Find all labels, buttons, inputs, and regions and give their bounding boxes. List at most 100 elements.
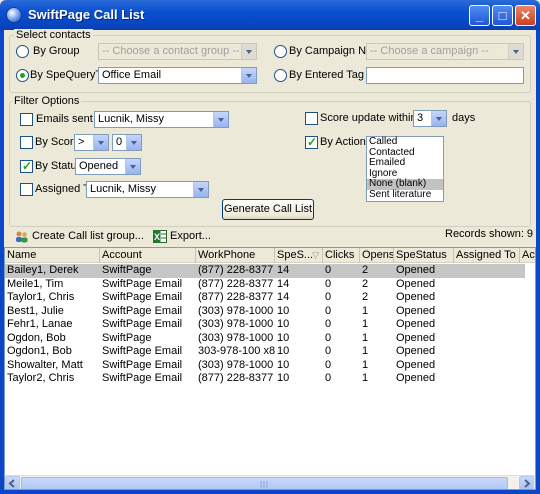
entered-tag-input[interactable]: [366, 67, 524, 84]
action-list-item[interactable]: Sent literature: [367, 189, 443, 201]
column-header[interactable]: SpeS... ▽: [275, 248, 323, 263]
table-row[interactable]: Showalter, Matt SwiftPage Email (303) 978-…: [5, 359, 525, 373]
action-listbox[interactable]: Called Contacted Emailed Ignore None (blank)…: [366, 136, 444, 202]
table-cell: SwiftPage Email: [102, 304, 183, 317]
chevron-down-icon: [193, 182, 208, 197]
table-cell: Opened: [396, 358, 436, 371]
table-cell: [454, 318, 520, 332]
by-score-checkbox[interactable]: [20, 136, 33, 149]
table-row[interactable]: Ogdon, Bob SwiftPage (303) 978-1000 10 0 1 Ope…: [5, 332, 525, 346]
table-cell: 0: [325, 277, 332, 290]
table-cell: 0: [325, 291, 332, 303]
column-header-label: Account: [102, 249, 142, 261]
score-update-unit: days: [452, 112, 476, 124]
close-button[interactable]: ✕: [515, 5, 536, 26]
column-header[interactable]: Opens: [360, 248, 394, 263]
spequerytag-select[interactable]: Office Email: [98, 67, 257, 84]
table-cell: SwiftPage Email: [102, 318, 183, 330]
column-header[interactable]: Account: [100, 248, 196, 263]
action-list-item[interactable]: None (blank): [367, 178, 443, 190]
table-cell: 303-978-100 x805: [198, 345, 275, 357]
table-cell: [520, 359, 535, 373]
table-row[interactable]: Taylor2, Chris SwiftPage Email (877) 228-8…: [5, 372, 525, 386]
table-cell: [454, 278, 520, 292]
table-row[interactable]: Meile1, Tim SwiftPage Email (877) 228-8377…: [5, 278, 525, 292]
minimize-button[interactable]: _: [469, 5, 490, 26]
action-list-item[interactable]: Called: [367, 136, 443, 148]
horizontal-scrollbar[interactable]: [5, 475, 535, 489]
create-call-list-group-button[interactable]: Create Call list group...: [15, 229, 144, 245]
table-cell: 1: [362, 318, 369, 330]
close-icon: ✕: [520, 8, 531, 23]
action-list-item[interactable]: Emailed: [367, 157, 443, 169]
table-cell: [520, 345, 535, 359]
table-cell: 10: [277, 358, 290, 371]
title-bar[interactable]: SwiftPage Call List _ □ ✕: [0, 0, 540, 30]
column-header[interactable]: Clicks: [323, 248, 360, 263]
table-row[interactable]: Ogdon1, Bob SwiftPage Email 303-978-100 x8…: [5, 345, 525, 359]
score-update-days-select[interactable]: 3: [413, 110, 447, 127]
scroll-right-button[interactable]: [519, 476, 534, 489]
column-header-label: SpeS...: [277, 249, 314, 261]
table-cell: (303) 978-1000: [198, 304, 274, 317]
call-list-table[interactable]: Name Account WorkPhone SpeS... ▽ Clicks Opens S…: [4, 247, 536, 490]
maximize-button[interactable]: □: [492, 5, 513, 26]
table-row[interactable]: Fehr1, Lanae SwiftPage Email (303) 978-100…: [5, 318, 525, 332]
table-cell: [454, 332, 520, 346]
assigned-to-select[interactable]: Lucnik, Missy: [86, 181, 209, 198]
window-frame-right: [536, 30, 540, 494]
emails-sent-by-checkbox[interactable]: [20, 113, 33, 126]
column-header[interactable]: Ac: [520, 248, 535, 263]
table-cell: 1: [362, 372, 369, 384]
table-row[interactable]: Bailey1, Derek SwiftPage (877) 228-8377 14 0…: [5, 264, 525, 278]
table-cell: 14: [277, 277, 290, 290]
table-cell: [520, 264, 535, 278]
campaign-select[interactable]: -- Choose a campaign --: [366, 43, 524, 60]
campaign-value: -- Choose a campaign --: [370, 45, 489, 57]
column-header-label: SpeStatus: [396, 249, 447, 261]
column-header[interactable]: WorkPhone: [196, 248, 275, 263]
scroll-left-button[interactable]: [5, 476, 20, 489]
table-row[interactable]: Taylor1, Chris SwiftPage Email (877) 228-8…: [5, 291, 525, 305]
column-header[interactable]: SpeStatus: [394, 248, 454, 263]
by-group-radio[interactable]: [16, 45, 29, 58]
table-cell: [520, 278, 535, 292]
table-cell: (877) 228-8377: [198, 264, 274, 276]
assigned-to-checkbox[interactable]: [20, 183, 33, 196]
status-select[interactable]: Opened: [75, 158, 141, 175]
column-header[interactable]: Assigned To: [454, 248, 520, 263]
table-cell: [454, 305, 520, 319]
by-spequerytag-radio[interactable]: [16, 69, 29, 82]
score-value-select[interactable]: 0: [112, 134, 142, 151]
generate-call-list-button[interactable]: Generate Call List: [222, 199, 314, 220]
by-entered-tag-radio[interactable]: [274, 69, 287, 82]
by-action-label: By Action: [320, 136, 366, 148]
table-cell: Opened: [396, 331, 436, 344]
table-cell: Showalter, Matt: [7, 358, 83, 371]
column-header-label: Clicks: [325, 249, 355, 261]
by-score-label: By Score: [35, 136, 80, 148]
contact-group-select[interactable]: -- Choose a contact group --: [98, 43, 257, 60]
table-row[interactable]: Best1, Julie SwiftPage Email (303) 978-100…: [5, 305, 525, 319]
by-campaign-radio[interactable]: [274, 45, 287, 58]
by-action-checkbox[interactable]: [305, 135, 318, 149]
export-button[interactable]: X Export...: [153, 229, 211, 245]
table-cell: SwiftPage Email: [102, 345, 183, 357]
table-cell: [520, 372, 535, 386]
by-status-checkbox[interactable]: [20, 159, 33, 173]
assigned-to-value: Lucnik, Missy: [90, 183, 157, 195]
score-update-checkbox[interactable]: [305, 112, 318, 125]
table-cell: Fehr1, Lanae: [7, 318, 73, 330]
chevron-down-icon: [508, 44, 523, 59]
table-cell: [454, 264, 520, 278]
table-cell: 10: [277, 345, 290, 357]
table-header: Name Account WorkPhone SpeS... ▽ Clicks Opens S…: [5, 248, 535, 263]
scroll-thumb[interactable]: [21, 477, 508, 489]
score-operator-select[interactable]: >: [74, 134, 109, 151]
table-cell: 14: [277, 291, 290, 303]
table-cell: Opened: [396, 304, 436, 317]
column-header[interactable]: Name: [5, 248, 100, 263]
table-cell: (303) 978-1000: [198, 358, 274, 371]
emails-sent-by-select[interactable]: Lucnik, Missy: [94, 111, 229, 128]
chevron-down-icon: [213, 112, 228, 127]
